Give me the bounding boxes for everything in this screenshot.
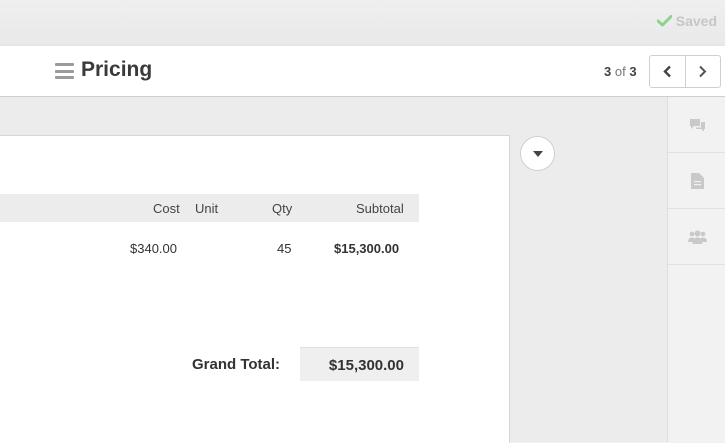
page-indicator: 3 of 3 — [604, 64, 637, 79]
hamburger-menu-icon[interactable] — [55, 63, 74, 79]
check-icon — [656, 15, 672, 27]
page-current: 3 — [604, 64, 612, 79]
saved-label: Saved — [675, 13, 717, 29]
table-header: Cost Unit Qty Subtotal — [0, 194, 419, 222]
grand-total-box: $15,300.00 — [300, 347, 419, 381]
saved-indicator: Saved — [656, 13, 717, 29]
next-page-button[interactable] — [684, 56, 721, 87]
chevron-right-icon — [699, 65, 707, 78]
page-header: Pricing 3 of 3 — [0, 46, 725, 97]
page-title: Pricing — [81, 58, 153, 81]
chevron-left-icon — [663, 65, 671, 78]
cell-cost: $340.00 — [130, 241, 177, 256]
users-icon — [687, 230, 707, 244]
page-total: 3 — [629, 64, 637, 79]
document-icon — [690, 172, 704, 189]
cell-subtotal: $15,300.00 — [334, 241, 400, 256]
pricing-document: Cost Unit Qty Subtotal $340.00 45 $15,30… — [0, 135, 510, 443]
rail-item-document[interactable] — [668, 153, 725, 209]
col-cost: Cost — [153, 201, 180, 216]
cell-qty: 45 — [277, 241, 292, 256]
options-dropdown-button[interactable] — [520, 136, 555, 171]
page-nav — [649, 55, 721, 88]
status-bar: Saved — [0, 0, 725, 47]
right-sidebar — [667, 97, 725, 442]
col-qty: Qty — [272, 201, 293, 216]
caret-down-icon — [532, 150, 543, 157]
comments-icon — [689, 118, 705, 131]
prev-page-button[interactable] — [650, 56, 685, 87]
grand-total-label: Grand Total: — [192, 356, 281, 373]
col-subtotal: Subtotal — [356, 201, 404, 216]
rail-item-comments[interactable] — [668, 97, 725, 153]
page-of: of — [614, 64, 626, 79]
col-unit: Unit — [195, 201, 219, 216]
rail-item-users[interactable] — [668, 209, 725, 265]
grand-total-value: $15,300.00 — [328, 357, 404, 374]
